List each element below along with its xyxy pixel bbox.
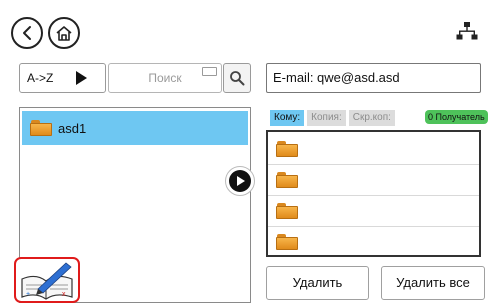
sort-toggle[interactable]: A->Z	[19, 63, 106, 93]
folder-icon	[276, 234, 298, 250]
email-field[interactable]: E-mail: qwe@asd.asd	[266, 63, 481, 93]
address-book-edit-icon: + x	[21, 262, 73, 300]
recipient-count-badge: 0 Получатель	[425, 110, 488, 124]
back-button[interactable]	[11, 17, 43, 49]
recipient-row[interactable]	[268, 165, 479, 196]
folder-icon	[276, 203, 298, 219]
address-book-button[interactable]: + x	[14, 257, 80, 303]
list-item-label: asd1	[58, 120, 87, 136]
add-recipient-button[interactable]	[225, 166, 255, 196]
tab-cc[interactable]: Копия:	[307, 110, 346, 126]
recipient-row[interactable]	[268, 227, 479, 257]
sort-label: A->Z	[27, 71, 54, 85]
keyboard-icon	[202, 67, 217, 76]
recipient-row[interactable]	[268, 134, 479, 165]
network-button[interactable]	[456, 21, 478, 46]
folder-icon	[276, 172, 298, 188]
home-icon	[56, 26, 72, 41]
email-value: E-mail: qwe@asd.asd	[273, 70, 400, 85]
tab-bcc[interactable]: Скр.коп:	[348, 110, 395, 126]
network-icon	[456, 22, 478, 40]
svg-text:+: +	[26, 291, 30, 298]
recipient-list[interactable]	[266, 130, 481, 257]
delete-all-button[interactable]: Удалить все	[381, 266, 485, 300]
search-input[interactable]: Поиск	[108, 63, 222, 93]
recipient-tabs: Кому: Копия: Скр.коп:	[270, 110, 395, 126]
play-icon	[76, 71, 87, 85]
folder-icon	[30, 120, 52, 136]
play-circle-icon	[229, 170, 251, 192]
delete-button[interactable]: Удалить	[266, 266, 369, 300]
list-item[interactable]: asd1	[22, 111, 248, 145]
search-icon	[230, 71, 245, 86]
search-placeholder: Поиск	[148, 71, 182, 85]
chevron-left-icon	[23, 26, 31, 40]
tab-to[interactable]: Кому:	[270, 110, 305, 126]
svg-text:x: x	[62, 291, 66, 298]
folder-icon	[276, 141, 298, 157]
search-button[interactable]	[223, 63, 251, 93]
recipient-row[interactable]	[268, 196, 479, 227]
home-button[interactable]	[48, 17, 80, 49]
